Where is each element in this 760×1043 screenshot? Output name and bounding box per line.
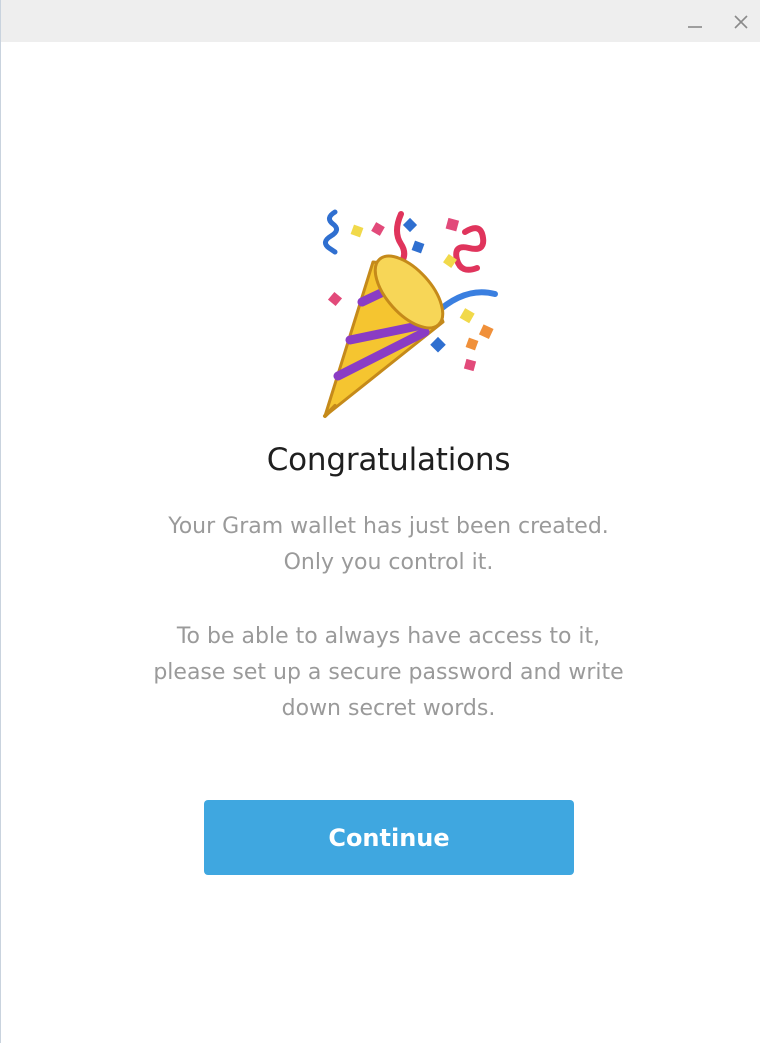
created-message: Your Gram wallet has just been created. …: [1, 509, 760, 581]
message-line: Only you control it.: [283, 550, 494, 575]
party-popper-icon: [323, 209, 498, 418]
congratulations-screen: Congratulations Your Gram wallet has jus…: [1, 42, 760, 1043]
message-line: down secret words.: [281, 696, 496, 721]
continue-button-label: Continue: [328, 823, 450, 852]
close-icon: [734, 15, 748, 29]
wallet-window: Congratulations Your Gram wallet has jus…: [0, 0, 760, 1043]
page-title: Congratulations: [266, 442, 511, 478]
message-line: Your Gram wallet has just been created.: [168, 514, 609, 539]
message-line: To be able to always have access to it,: [176, 624, 601, 649]
close-button[interactable]: [727, 8, 755, 36]
continue-button[interactable]: Continue: [204, 800, 574, 875]
minimize-button[interactable]: [681, 8, 709, 36]
security-message: To be able to always have access to it, …: [1, 619, 760, 727]
message-line: please set up a secure password and writ…: [153, 660, 624, 685]
window-titlebar: [1, 0, 760, 42]
minimize-icon: [688, 26, 702, 28]
